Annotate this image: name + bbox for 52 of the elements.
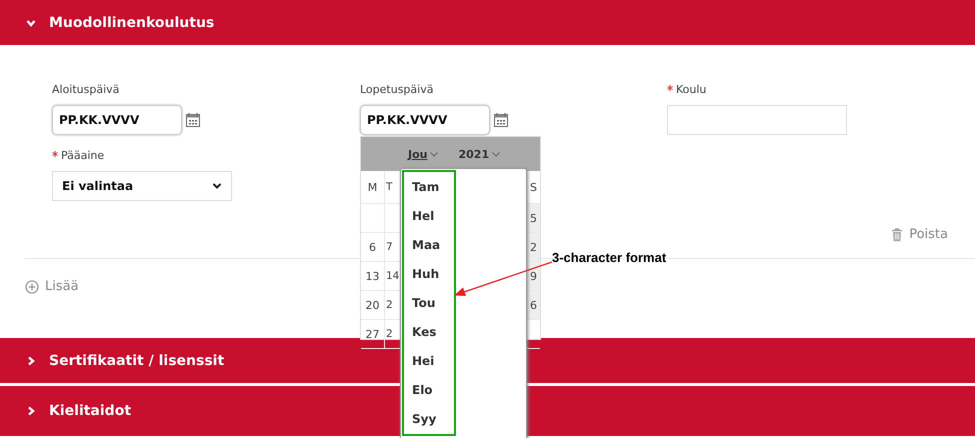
- section-title: Kielitaidot: [49, 403, 132, 419]
- calendar-day[interactable]: 5: [530, 212, 537, 224]
- section-header[interactable]: Muodollinenkoulutus: [0, 0, 975, 45]
- chevron-icon: [26, 406, 36, 416]
- required-asterisk-icon: [667, 85, 673, 91]
- weekday-label: T: [386, 181, 392, 193]
- field-label: Lopetuspäivä: [360, 83, 434, 96]
- required-asterisk-icon: [52, 151, 58, 157]
- field-label: Aloituspäivä: [52, 83, 120, 96]
- month-option[interactable]: Hel: [401, 201, 452, 230]
- chevron-icon: [212, 181, 222, 191]
- select-field[interactable]: Ei valintaa: [52, 171, 232, 201]
- calendar-day[interactable]: 2: [386, 328, 393, 340]
- plus-circle-icon: [25, 280, 39, 294]
- year-select[interactable]: 2021: [458, 148, 500, 160]
- calendar-day[interactable]: 9: [530, 270, 537, 282]
- trash-icon: [891, 228, 904, 242]
- school-field[interactable]: [667, 105, 847, 135]
- caret-icon: [430, 152, 438, 156]
- date-field[interactable]: PP.KK.VVVV: [52, 105, 182, 135]
- calendar-day[interactable]: 6: [530, 298, 537, 312]
- section-title: Muodollinenkoulutus: [49, 14, 214, 30]
- section-title: Sertifikaatit / lisenssit: [49, 352, 224, 368]
- calendar-day[interactable]: 6: [369, 240, 376, 254]
- month-select[interactable]: Jou: [408, 148, 438, 160]
- annotation-label: 3-character format: [552, 250, 666, 265]
- month-option[interactable]: Hei: [401, 346, 452, 375]
- add-button[interactable]: Lisää: [25, 279, 79, 294]
- calendar-day[interactable]: 7: [386, 241, 393, 253]
- month-option[interactable]: Tou: [401, 288, 452, 317]
- calendar-day[interactable]: 2: [386, 299, 393, 311]
- caret-icon: [492, 152, 500, 156]
- calendar-icon[interactable]: [493, 112, 509, 128]
- chevron-icon: [26, 356, 36, 366]
- calendar-day[interactable]: 13: [366, 270, 380, 282]
- field-label: Koulu: [676, 83, 706, 96]
- calendar-day[interactable]: 14: [386, 270, 400, 282]
- field-label: Pääaine: [61, 149, 104, 162]
- delete-button[interactable]: Poista: [891, 227, 948, 242]
- date-field[interactable]: PP.KK.VVVV: [360, 105, 490, 135]
- calendar-icon[interactable]: [185, 112, 201, 128]
- calendar-day[interactable]: 2: [530, 240, 537, 254]
- month-option[interactable]: Syy: [401, 404, 452, 433]
- calendar-day[interactable]: 20: [366, 298, 380, 312]
- calendar-day[interactable]: 27: [366, 328, 380, 340]
- month-option[interactable]: Huh: [401, 259, 452, 288]
- weekday-label: M: [368, 180, 378, 194]
- chevron-icon: [26, 18, 36, 28]
- month-option[interactable]: Maa: [401, 230, 452, 259]
- weekday-label: S: [530, 180, 537, 194]
- month-option[interactable]: Elo: [401, 375, 452, 404]
- month-option[interactable]: Kes: [401, 317, 452, 346]
